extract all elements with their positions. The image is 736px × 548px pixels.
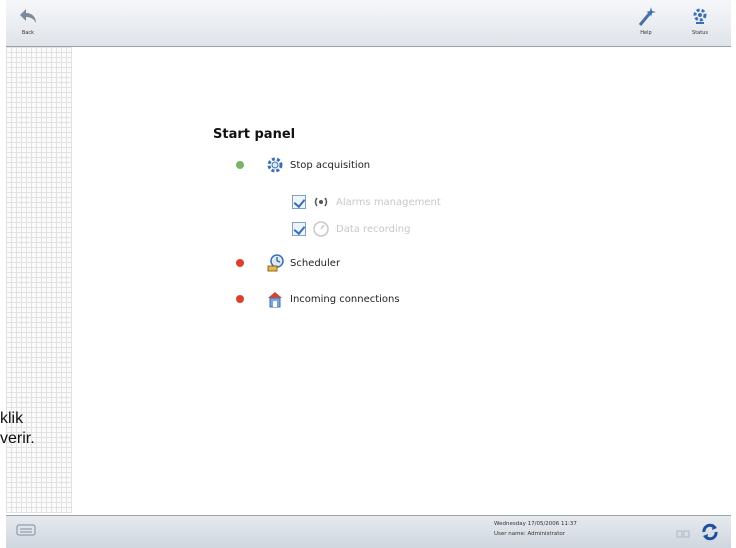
status-gear-icon bbox=[680, 5, 720, 29]
scheduler-row[interactable]: Scheduler bbox=[232, 254, 340, 272]
alarms-checkbox[interactable] bbox=[292, 195, 306, 209]
data-recording-checkbox[interactable] bbox=[292, 222, 306, 236]
back-button[interactable]: Back bbox=[8, 3, 48, 43]
magic-wand-icon bbox=[626, 5, 666, 29]
page-title: Start panel bbox=[213, 127, 296, 142]
status-indicator-red bbox=[236, 259, 244, 267]
connection-plug-icon bbox=[676, 525, 690, 544]
scheduler-clock-icon bbox=[266, 254, 284, 272]
date-time-text: Wednesday 17/05/2006 11:37 bbox=[494, 521, 577, 527]
data-recording-row: Data recording bbox=[292, 220, 410, 238]
user-name-text: User name: Administrator bbox=[494, 531, 565, 537]
back-arrow-icon bbox=[8, 5, 48, 29]
alarms-management-row: Alarms management bbox=[292, 193, 441, 211]
network-building-icon bbox=[266, 290, 284, 308]
incoming-connections-row[interactable]: Incoming connections bbox=[232, 290, 400, 308]
session-info: Wednesday 17/05/2006 11:37 User name: Ad… bbox=[494, 519, 577, 539]
refresh-icon[interactable] bbox=[698, 520, 722, 548]
status-indicator-red bbox=[236, 295, 244, 303]
status-button[interactable]: Status bbox=[680, 3, 720, 43]
overlay-text-line-2: verir. bbox=[0, 430, 35, 447]
data-recording-label: Data recording bbox=[336, 223, 411, 235]
back-label: Back bbox=[21, 30, 35, 36]
help-button[interactable]: Help bbox=[626, 3, 666, 43]
clock-icon bbox=[312, 220, 330, 238]
incoming-connections-label: Incoming connections bbox=[290, 293, 400, 305]
status-bar: Wednesday 17/05/2006 11:37 User name: Ad… bbox=[6, 515, 731, 548]
app-window: Back Help Status Start panel Stop acquis… bbox=[6, 0, 731, 548]
status-indicator-green bbox=[236, 161, 244, 169]
overlay-text-line-1: klik bbox=[0, 410, 24, 427]
antenna-icon bbox=[312, 193, 330, 211]
alarms-management-label: Alarms management bbox=[336, 196, 441, 208]
stop-acquisition-row[interactable]: Stop acquisition bbox=[232, 156, 370, 174]
toolbar: Back Help Status bbox=[6, 0, 731, 47]
acquisition-gear-icon bbox=[266, 156, 284, 174]
stop-acquisition-label: Stop acquisition bbox=[290, 159, 371, 171]
help-label: Help bbox=[640, 30, 652, 36]
status-label: Status bbox=[692, 30, 708, 36]
keyboard-icon[interactable] bbox=[16, 522, 36, 542]
scheduler-label: Scheduler bbox=[290, 257, 341, 269]
